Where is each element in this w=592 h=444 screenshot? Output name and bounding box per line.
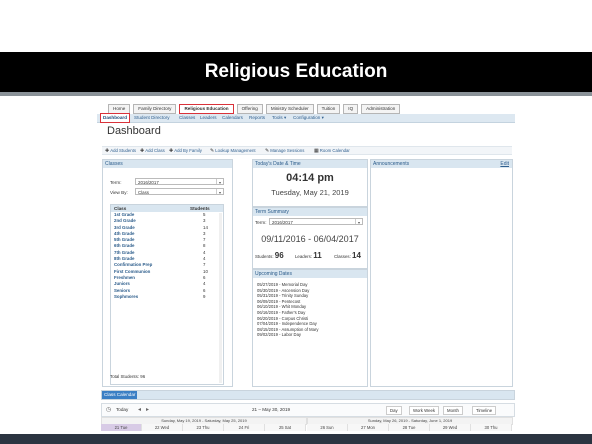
add-class-button[interactable]: ✚Add Class: [140, 147, 165, 154]
class-calendar-title: Class Calendar: [102, 391, 138, 399]
action-bar: ✚Add Students ✚Add Class ✚Add By Family …: [102, 146, 512, 155]
list-item: 07/04/2019 - Independence Day: [257, 321, 317, 327]
tab-administration[interactable]: Administration: [361, 104, 401, 114]
term-select[interactable]: 2016/2017 ▾: [135, 178, 224, 185]
students-count: 96: [274, 251, 284, 260]
subnav-dashboard[interactable]: Dashboard: [100, 113, 130, 123]
plus-icon: ✚: [105, 148, 110, 154]
tab-tuition[interactable]: Tuition: [316, 104, 341, 114]
app-screenshot: Home Family Directory Religious Educatio…: [97, 98, 515, 441]
total-students: Total Students: 96: [110, 374, 146, 379]
classes-panel: Classes Term: 2016/2017 ▾ View By: Class ▾…: [102, 159, 233, 387]
calendar-icon: ▦: [314, 148, 319, 154]
col-students: Students: [190, 206, 210, 211]
calendar-range: 21 – May 30, 2019: [252, 407, 291, 412]
subnav-reports[interactable]: Reports: [249, 114, 265, 122]
chevron-down-icon: ▾: [355, 219, 362, 225]
tab-ministry-scheduler[interactable]: Ministry Scheduler: [265, 104, 314, 114]
upcoming-dates-title: Upcoming Dates: [253, 270, 367, 278]
add-by-family-button[interactable]: ✚Add By Family: [169, 147, 202, 154]
tab-iq[interactable]: IQ: [343, 104, 359, 114]
view-day-button[interactable]: Day: [386, 406, 402, 415]
class-calendar-header: Class Calendar: [101, 390, 515, 400]
col-class: Class: [114, 206, 127, 211]
subnav-tools[interactable]: Tools ▾: [272, 114, 286, 122]
tab-offering[interactable]: Offering: [236, 104, 263, 114]
classes-table: Class Students 1st Grade 5 2nd Grade 3 3rd…: [110, 204, 224, 386]
subnav-calendars[interactable]: Calendars: [222, 114, 243, 122]
calendar-day[interactable]: 26 Sun: [307, 424, 348, 431]
current-time: 04:14 pm: [286, 172, 334, 184]
term-label: Term:: [110, 180, 122, 185]
classes-table-header: Class Students: [111, 205, 223, 212]
wrench-icon: ✎: [265, 148, 270, 154]
calendar-day[interactable]: 23 Thu: [183, 424, 224, 431]
announcements-panel-header: Announcements Edit: [371, 160, 512, 168]
slide-title: Religious Education: [0, 52, 592, 92]
term-range: 09/11/2016 - 06/04/2017: [261, 234, 359, 244]
term-summary-panel: Term Summary Term: 2016/2017 ▾ 09/11/2016…: [252, 207, 368, 269]
term-summary-select[interactable]: 2016/2017 ▾: [269, 218, 363, 225]
tab-family-directory[interactable]: Family Directory: [133, 104, 177, 114]
lookup-management-button[interactable]: ✎Lookup Management: [210, 147, 256, 154]
classes-count: 14: [352, 251, 361, 260]
calendar-day[interactable]: 22 Wed: [142, 424, 183, 431]
term-summary-term-label: Term:: [255, 220, 267, 225]
viewby-label: View By:: [110, 190, 128, 195]
term-summary-title: Term Summary: [253, 208, 367, 216]
calendar-day[interactable]: 25 Sat: [265, 424, 306, 431]
calendar-day[interactable]: 24 Fri: [224, 424, 265, 431]
tab-religious-education[interactable]: Religious Education: [179, 104, 234, 114]
calendar-day[interactable]: 21 Tue: [101, 424, 142, 431]
calendar-day[interactable]: 27 Mon: [348, 424, 389, 431]
upcoming-list: 05/27/2019 - Memorial Day 05/30/2019 - A…: [257, 282, 318, 338]
term-stats: Students: 96 Leaders: 11 Classes: 14: [255, 251, 361, 260]
viewby-select[interactable]: Class ▾: [135, 188, 224, 195]
calendar-toolbar: ◷ Today ◂ ▸ 21 – May 30, 2019 Day Work W…: [101, 403, 515, 417]
subnav-configuration[interactable]: Configuration ▾: [293, 114, 324, 122]
current-date: Tuesday, May 21, 2019: [271, 188, 349, 197]
plus-icon: ✚: [169, 148, 174, 154]
view-timeline-button[interactable]: Timeline: [472, 406, 497, 415]
upcoming-dates-panel: Upcoming Dates 05/27/2019 - Memorial Day…: [252, 269, 368, 387]
title-divider: [0, 92, 592, 96]
subnav-student-directory[interactable]: Student Directory: [134, 114, 170, 122]
today-button[interactable]: Today: [116, 407, 128, 412]
top-nav: Home Family Directory Religious Educatio…: [108, 104, 401, 114]
view-work-week-button[interactable]: Work Week: [409, 406, 440, 415]
announcements-edit-link[interactable]: Edit: [500, 160, 509, 168]
leaders-count: 11: [313, 251, 322, 260]
chevron-down-icon: ▾: [216, 179, 223, 185]
calendar-day[interactable]: 29 Wed: [430, 424, 471, 431]
announcements-panel: Announcements Edit: [370, 159, 513, 387]
bottom-bar: [0, 434, 592, 444]
calendar-icon[interactable]: ◷: [106, 406, 111, 413]
sub-nav: Dashboard Student Directory Classes Lead…: [97, 113, 515, 123]
subnav-leaders[interactable]: Leaders: [200, 114, 217, 122]
datetime-panel: Today's Date & Time 04:14 pm Tuesday, Ma…: [252, 159, 368, 207]
add-students-button[interactable]: ✚Add Students: [105, 147, 136, 154]
next-arrow-icon[interactable]: ▸: [146, 406, 149, 413]
list-item: 09/02/2019 - Labor Day: [257, 332, 301, 338]
room-calendar-button[interactable]: ▦Room Calendar: [314, 147, 350, 154]
table-row[interactable]: Sophmores 9: [111, 294, 223, 300]
datetime-panel-title: Today's Date & Time: [253, 160, 367, 168]
calendar-day[interactable]: 28 Tue: [389, 424, 430, 431]
subnav-classes[interactable]: Classes: [179, 114, 195, 122]
chevron-down-icon: ▾: [216, 189, 223, 195]
calendar-day[interactable]: 30 Thu: [471, 424, 512, 431]
view-month-button[interactable]: Month: [443, 406, 463, 415]
prev-arrow-icon[interactable]: ◂: [138, 406, 141, 413]
manage-sessions-button[interactable]: ✎Manage Sessions: [265, 147, 304, 154]
announcements-title: Announcements: [373, 161, 410, 167]
page-title: Dashboard: [107, 125, 161, 137]
plus-icon: ✚: [140, 148, 145, 154]
classes-panel-title: Classes: [103, 160, 232, 168]
scrollbar[interactable]: [219, 213, 222, 383]
wrench-icon: ✎: [210, 148, 215, 154]
